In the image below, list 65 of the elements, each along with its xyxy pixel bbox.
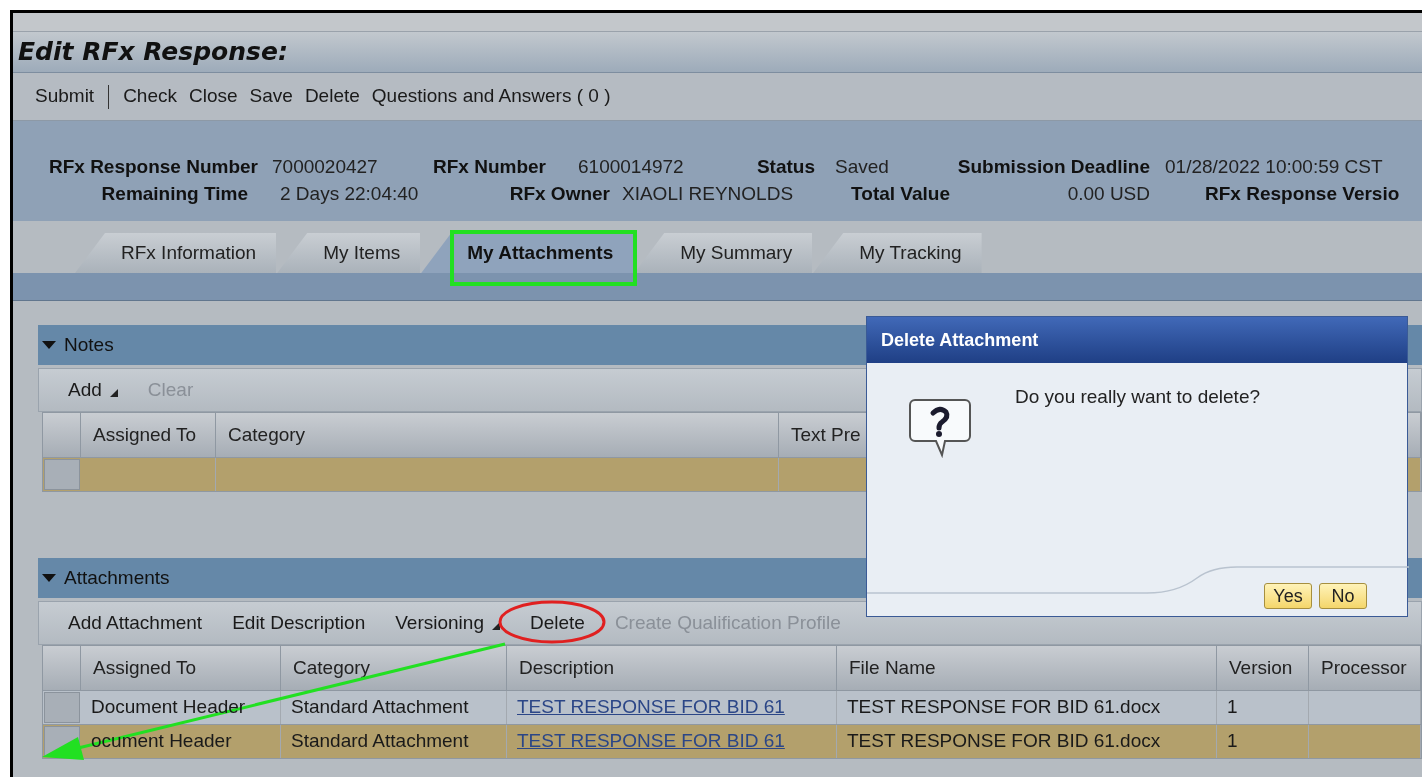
tab[interactable]: My Summary (634, 233, 813, 273)
table-cell-text: 1 (1227, 695, 1238, 720)
field-value: 0.00 USD (1066, 182, 1150, 206)
column-header[interactable]: Assigned To (81, 413, 216, 457)
field-value: 7000020427 (271, 155, 379, 179)
column-header[interactable]: Assigned To (81, 646, 281, 690)
field-label: Status (755, 155, 815, 179)
description-link[interactable]: TEST RESPONSE FOR BID 61 (517, 727, 785, 756)
menu-triangle-icon (491, 622, 500, 630)
table-cell-text: Document Header (91, 695, 246, 720)
select-all-header[interactable] (43, 646, 81, 690)
table-cell-text: Standard Attachment (291, 695, 469, 720)
toolbar-button[interactable]: Add (68, 375, 118, 405)
field-label: RFx Owner (508, 182, 610, 206)
tab[interactable]: My Tracking (813, 233, 982, 273)
table-cell-text: TEST RESPONSE FOR BID 61.docx (847, 729, 1161, 754)
row-selector[interactable] (44, 459, 80, 490)
table-cell-text: Standard Attachment (291, 729, 469, 754)
toolbar-button[interactable]: Delete (529, 608, 585, 638)
dialog-button[interactable]: No (1319, 583, 1367, 609)
section-title: Notes (64, 332, 114, 357)
toolbar-button[interactable]: Submit (35, 82, 95, 111)
toolbar-button[interactable]: Check (123, 82, 177, 111)
field-label: Remaining Time (100, 182, 248, 206)
tab[interactable]: My Attachments (421, 233, 634, 273)
collapse-triangle-icon[interactable] (42, 340, 56, 350)
field-label: RFx Response Versio (1204, 182, 1401, 206)
column-header[interactable]: Category (216, 413, 779, 457)
column-header[interactable]: Version (1217, 646, 1309, 690)
toolbar-button[interactable]: Close (189, 82, 238, 111)
toolbar-button[interactable]: Edit Description (232, 608, 366, 638)
section-title: Attachments (64, 565, 170, 590)
table-row[interactable]: Document Header Standard Attachment TEST RESPONSE FOR BID 61 TEST RESPONSE FOR BID 61.docx 1 (43, 690, 1421, 724)
tab[interactable]: RFx Information (75, 233, 277, 273)
column-header[interactable]: Description (507, 646, 837, 690)
window-title: Edit RFx Response: (18, 36, 288, 69)
field-value: 6100014972 (577, 155, 685, 179)
field-value: Saved (834, 155, 890, 179)
field-label: Total Value (850, 182, 950, 206)
field-label: RFx Response Number (47, 155, 258, 179)
column-header[interactable]: Category (281, 646, 507, 690)
field-value: XIAOLI REYNOLDS (621, 182, 795, 206)
dialog-title: Delete Attachment (881, 328, 1039, 352)
table-cell-text: TEST RESPONSE FOR BID 61.docx (847, 695, 1161, 720)
field-value: 2 Days 22:04:40 (279, 182, 420, 206)
menu-triangle-icon (109, 389, 118, 397)
select-all-header[interactable] (43, 413, 81, 457)
field-label: Submission Deadline (956, 155, 1150, 179)
question-bubble-icon (909, 398, 971, 458)
toolbar-button[interactable]: Add Attachment (68, 608, 203, 638)
toolbar-button[interactable]: Versioning (395, 608, 500, 638)
collapse-triangle-icon[interactable] (42, 573, 56, 583)
row-selector[interactable] (44, 692, 80, 723)
field-value: 01/28/2022 10:00:59 CST (1164, 155, 1384, 179)
dialog-button[interactable]: Yes (1264, 583, 1312, 609)
tab[interactable]: My Items (277, 233, 421, 273)
column-header[interactable]: Processor (1309, 646, 1421, 690)
dialog-message: Do you really want to delete? (1015, 385, 1261, 409)
column-header[interactable]: File Name (837, 646, 1217, 690)
field-label: RFx Number (432, 155, 546, 179)
toolbar-button[interactable]: Delete (304, 82, 360, 111)
toolbar-button[interactable]: Save (249, 82, 293, 111)
toolbar-button[interactable]: Questions and Answers ( 0 ) (371, 82, 611, 111)
table-cell-text: 1 (1227, 729, 1238, 754)
description-link[interactable]: TEST RESPONSE FOR BID 61 (517, 693, 785, 722)
